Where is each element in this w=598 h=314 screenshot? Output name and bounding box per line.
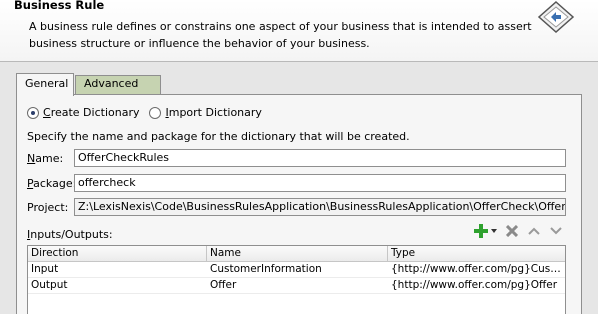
name-input[interactable]: OfferCheckRules <box>74 149 566 167</box>
create-dictionary-label[interactable]: Create Dictionary <box>43 106 139 119</box>
delete-icon[interactable] <box>504 223 520 239</box>
dialog-description: A business rule defines or constrains on… <box>29 20 532 50</box>
dialog-header: Business Rule A business rule defines or… <box>0 0 598 62</box>
project-label: Project: <box>27 201 69 214</box>
business-rule-icon <box>536 0 576 37</box>
move-up-icon[interactable] <box>526 223 542 239</box>
tab-advanced-label: Advanced <box>84 77 139 90</box>
create-dictionary-radio[interactable] <box>27 106 39 119</box>
table-row[interactable]: Input CustomerInformation {http://www.of… <box>28 262 565 278</box>
column-header-type[interactable]: Type <box>388 246 565 261</box>
add-dropdown-arrow-icon[interactable] <box>490 223 498 239</box>
column-header-name[interactable]: Name <box>207 246 388 261</box>
package-label: Package: <box>27 177 77 190</box>
tab-general-label: General <box>25 77 69 90</box>
import-dictionary-radio[interactable] <box>149 106 162 119</box>
table-row[interactable]: Output Offer {http://www.offer.com/pg}Of… <box>28 278 565 294</box>
column-header-direction[interactable]: Direction <box>28 246 207 261</box>
tab-general[interactable]: General <box>16 73 74 96</box>
move-down-icon[interactable] <box>548 223 564 239</box>
cell-direction: Output <box>31 279 68 291</box>
instruction-text: Specify the name and package for the dic… <box>27 130 410 143</box>
io-toolbar <box>467 223 564 239</box>
tab-advanced[interactable]: Advanced <box>75 75 161 95</box>
cell-name: Offer <box>210 279 237 291</box>
cell-name: CustomerInformation <box>210 263 322 275</box>
project-path-field: Z:\LexisNexis\Code\BusinessRulesApplicat… <box>74 198 566 216</box>
cell-type: {http://www.offer.com/pg}Custo... <box>391 263 565 275</box>
table-header: Direction Name Type <box>28 246 565 262</box>
dialog-title: Business Rule <box>14 0 105 12</box>
general-panel: Create Dictionary Import Dictionary Spec… <box>16 94 582 314</box>
name-label: Name: <box>27 152 64 165</box>
add-icon[interactable] <box>473 223 489 239</box>
inputs-outputs-table: Direction Name Type Input CustomerInform… <box>27 245 566 314</box>
cell-type: {http://www.offer.com/pg}Offer <box>391 279 558 291</box>
import-dictionary-label[interactable]: Import Dictionary <box>165 106 261 119</box>
inputs-outputs-label: Inputs/Outputs: <box>27 228 113 241</box>
package-input[interactable]: offercheck <box>74 174 566 192</box>
dictionary-mode-group: Create Dictionary Import Dictionary <box>27 106 272 119</box>
cell-direction: Input <box>31 263 59 275</box>
